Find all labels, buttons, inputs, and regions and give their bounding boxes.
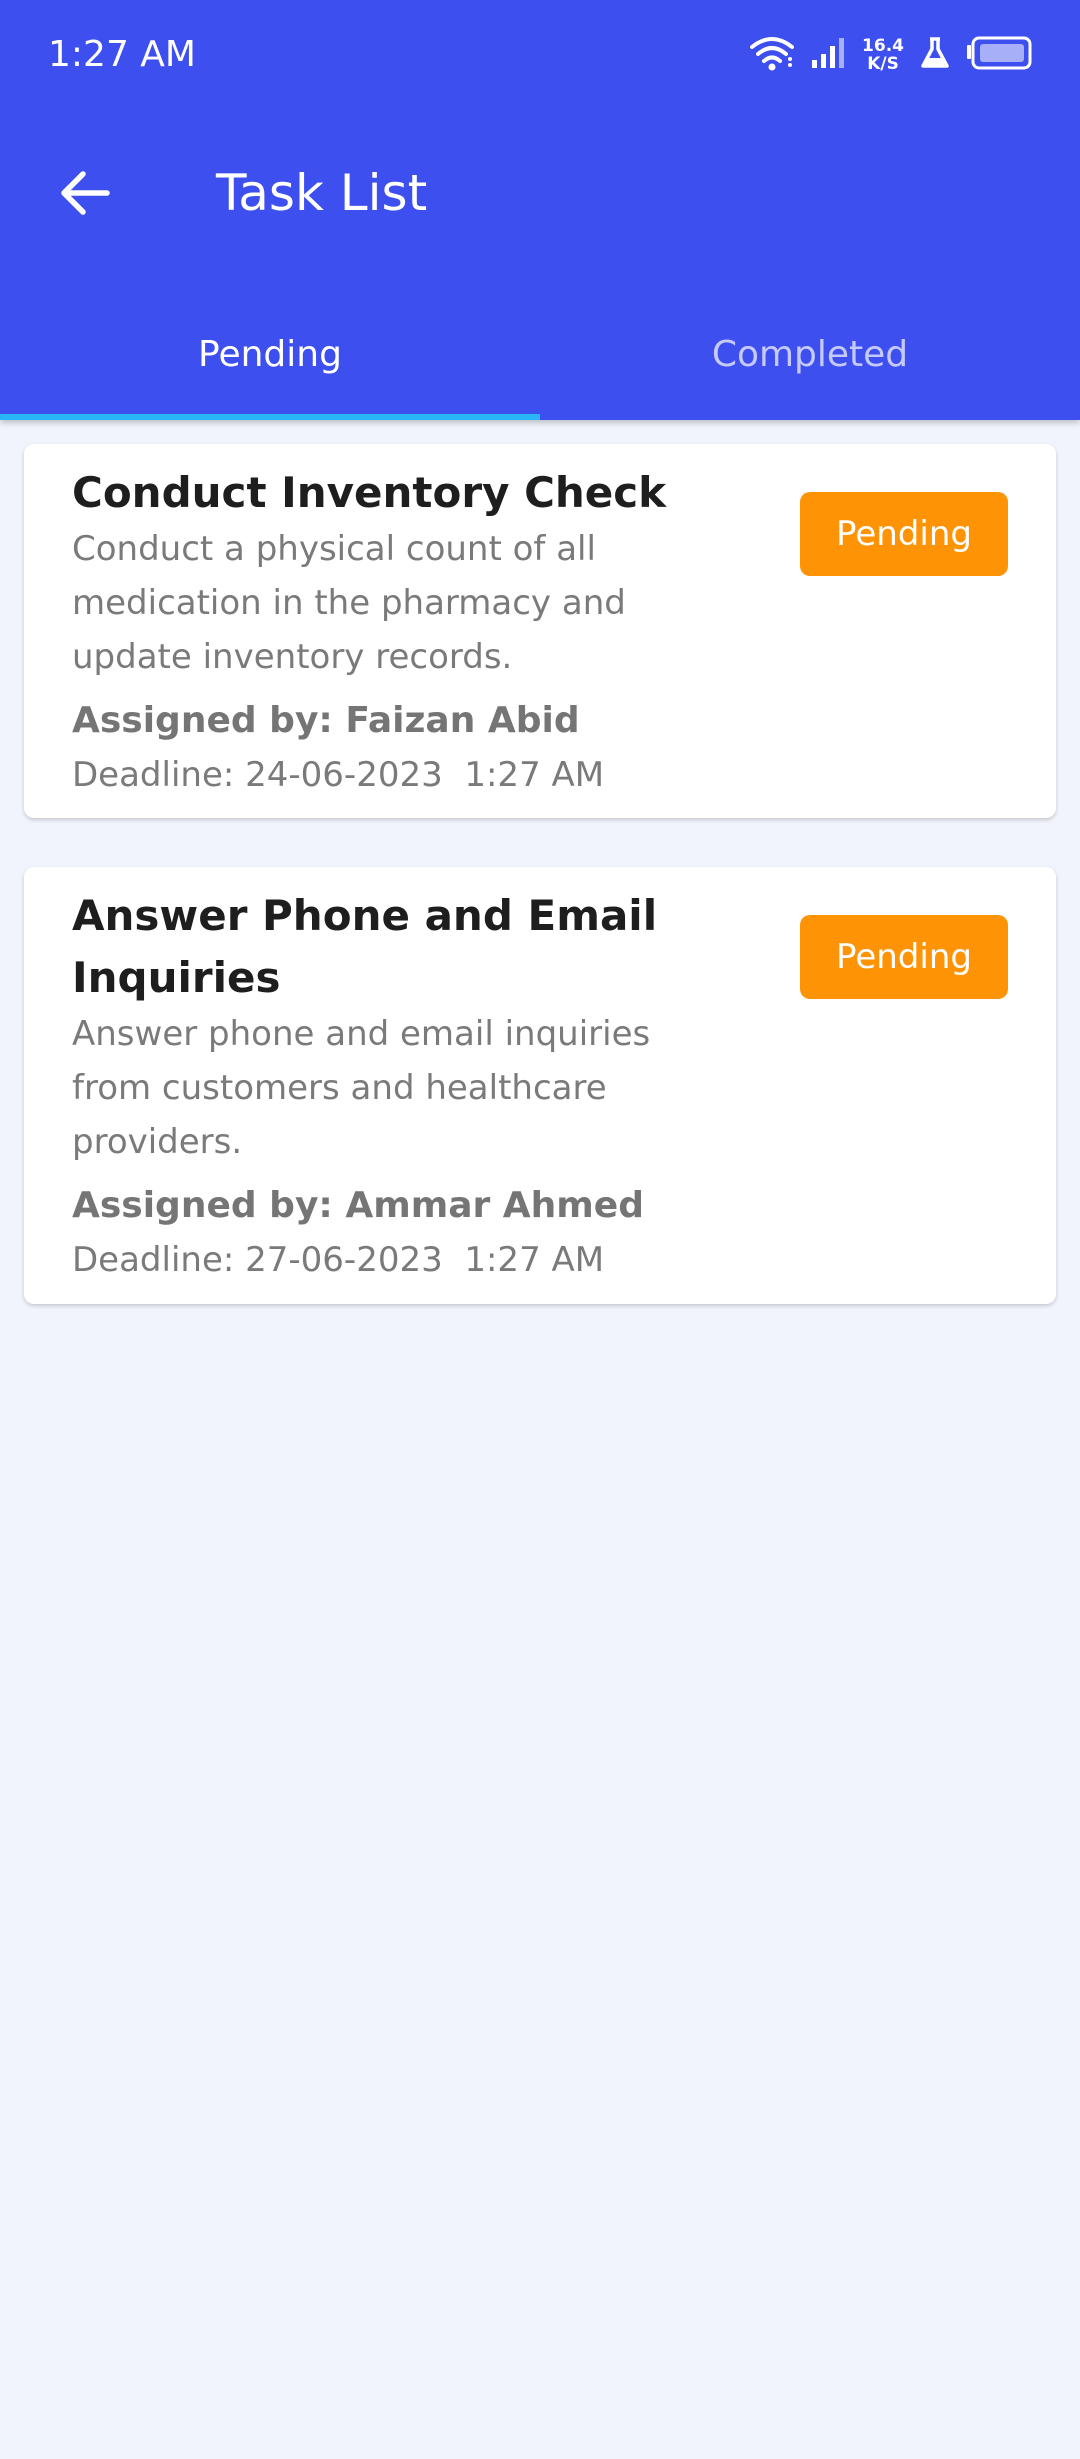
network-speed-indicator: 16.4 K/S — [862, 37, 904, 73]
task-deadline: Deadline: 27-06-2023 1:27 AM — [72, 1240, 605, 1280]
arrow-left-icon — [61, 171, 110, 215]
tab-pending[interactable]: Pending — [0, 300, 540, 420]
network-speed-unit: K/S — [867, 54, 899, 74]
status-badge[interactable]: Pending — [800, 915, 1008, 999]
tab-pending-label: Pending — [198, 333, 342, 375]
lab-flask-icon — [920, 36, 950, 74]
task-assigned-by: Assigned by: Ammar Ahmed — [72, 1185, 644, 1226]
tab-completed-label: Completed — [711, 333, 909, 375]
signal-icon — [810, 36, 846, 74]
task-description: Conduct a physical count of all medicati… — [72, 529, 626, 677]
task-assigned-by: Assigned by: Faizan Abid — [72, 700, 580, 741]
page-title: Task List — [216, 164, 428, 222]
tab-bar: Pending Completed — [0, 300, 1080, 420]
status-bar-icons: 16.4 K/S — [750, 30, 1032, 80]
status-badge[interactable]: Pending — [800, 492, 1008, 576]
battery-icon — [966, 36, 1032, 74]
app-bar: 1:27 AM 16.4 K/S Task List Pending Compl… — [0, 0, 1080, 420]
wifi-icon — [750, 35, 795, 75]
task-card[interactable]: Answer Phone and Email Inquiries Answer … — [24, 867, 1056, 1304]
task-card[interactable]: Conduct Inventory Check Conduct a physic… — [24, 444, 1056, 818]
task-title: Answer Phone and Email Inquiries — [72, 891, 658, 1002]
task-deadline: Deadline: 24-06-2023 1:27 AM — [72, 755, 605, 795]
tab-completed[interactable]: Completed — [540, 300, 1080, 420]
task-title: Conduct Inventory Check — [72, 468, 667, 517]
active-tab-indicator — [0, 414, 540, 420]
status-bar-time: 1:27 AM — [48, 34, 196, 75]
network-speed-value: 16.4 — [862, 36, 904, 56]
task-description: Answer phone and email inquiries from cu… — [72, 1014, 651, 1162]
back-button[interactable] — [40, 148, 130, 238]
